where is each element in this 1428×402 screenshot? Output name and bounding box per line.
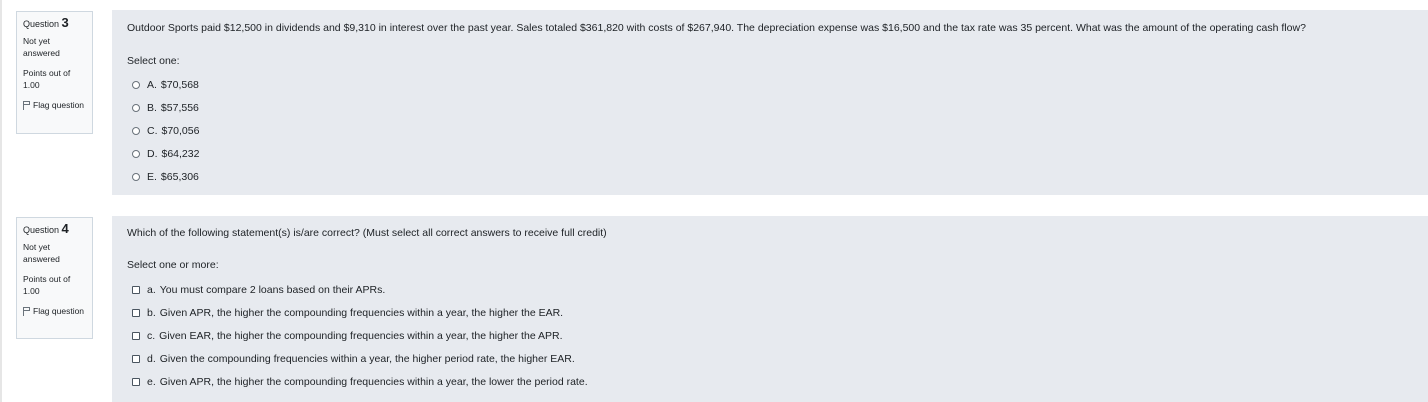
option-text[interactable]: $57,556 [161, 102, 199, 114]
radio-button[interactable] [132, 126, 140, 135]
option-letter[interactable]: a. [147, 284, 156, 296]
flag-question-label[interactable]: Flag question [33, 100, 84, 110]
flag-question-link[interactable]: Flag question [23, 305, 86, 317]
option-text[interactable]: Given APR, the higher the compounding fr… [160, 307, 563, 319]
question-number: Question 3 [23, 16, 86, 31]
answer-options: A. $70,568 B. $57,556 C. $70,056 D. $64,… [132, 73, 199, 188]
option-letter[interactable]: c. [147, 330, 155, 342]
question-4: Question 4 Not yet answered Points out o… [0, 216, 1428, 402]
question-state: Not yet answered [23, 36, 60, 58]
answer-prompt: Select one or more: [127, 259, 219, 271]
question-number: Question 4 [23, 222, 86, 237]
question-state: Not yet answered [23, 242, 60, 264]
answer-option-c[interactable]: C. $70,056 [132, 119, 199, 142]
option-text[interactable]: $70,568 [161, 79, 199, 91]
question-number-prefix: Question [23, 225, 60, 235]
question-3: Question 3 Not yet answered Points out o… [0, 0, 1428, 196]
answer-option-b[interactable]: B. $57,556 [132, 96, 199, 119]
radio-button[interactable] [132, 103, 140, 112]
option-letter[interactable]: D. [147, 148, 158, 160]
option-text[interactable]: $64,232 [162, 148, 200, 160]
flag-question-link[interactable]: Flag question [23, 99, 86, 111]
checkbox[interactable] [132, 308, 140, 317]
question-text: Outdoor Sports paid $12,500 in dividends… [127, 22, 1306, 34]
answer-option-a[interactable]: a. You must compare 2 loans based on the… [132, 278, 588, 301]
option-text[interactable]: Given EAR, the higher the compounding fr… [159, 330, 562, 342]
answer-option-a[interactable]: A. $70,568 [132, 73, 199, 96]
option-text[interactable]: Given the compounding frequencies within… [160, 353, 575, 365]
question-info-panel: Question 4 Not yet answered Points out o… [16, 217, 93, 339]
answer-option-b[interactable]: b. Given APR, the higher the compounding… [132, 301, 588, 324]
option-letter[interactable]: C. [147, 125, 158, 137]
flag-question-label[interactable]: Flag question [33, 306, 84, 316]
checkbox[interactable] [132, 331, 140, 340]
option-letter[interactable]: e. [147, 376, 156, 388]
checkbox[interactable] [132, 354, 140, 363]
question-number-prefix: Question [23, 19, 60, 29]
option-text[interactable]: You must compare 2 loans based on their … [160, 284, 386, 296]
answer-option-d[interactable]: D. $64,232 [132, 142, 199, 165]
option-letter[interactable]: A. [147, 79, 157, 91]
option-text[interactable]: $70,056 [162, 125, 200, 137]
option-letter[interactable]: b. [147, 307, 156, 319]
option-text[interactable]: $65,306 [161, 171, 199, 183]
answer-option-e[interactable]: e. Given APR, the higher the compounding… [132, 370, 588, 393]
option-text[interactable]: Given APR, the higher the compounding fr… [160, 376, 588, 388]
question-content: Which of the following statement(s) is/a… [112, 216, 1428, 402]
question-number-value: 4 [61, 221, 69, 236]
question-grade: Points out of 1.00 [23, 68, 71, 90]
question-text: Which of the following statement(s) is/a… [127, 227, 607, 239]
answer-option-e[interactable]: E. $65,306 [132, 165, 199, 188]
question-number-value: 3 [61, 15, 69, 30]
option-letter[interactable]: E. [147, 171, 157, 183]
checkbox[interactable] [132, 285, 140, 294]
radio-button[interactable] [132, 172, 140, 181]
answer-option-d[interactable]: d. Given the compounding frequencies wit… [132, 347, 588, 370]
radio-button[interactable] [132, 80, 140, 89]
option-letter[interactable]: d. [147, 353, 156, 365]
answer-prompt: Select one: [127, 55, 180, 67]
question-grade: Points out of 1.00 [23, 274, 71, 296]
question-content: Outdoor Sports paid $12,500 in dividends… [112, 10, 1428, 195]
option-letter[interactable]: B. [147, 102, 157, 114]
flag-icon[interactable] [23, 101, 31, 110]
answer-option-c[interactable]: c. Given EAR, the higher the compounding… [132, 324, 588, 347]
question-info-panel: Question 3 Not yet answered Points out o… [16, 11, 93, 134]
radio-button[interactable] [132, 149, 140, 158]
checkbox[interactable] [132, 377, 140, 386]
answer-options: a. You must compare 2 loans based on the… [132, 278, 588, 393]
flag-icon[interactable] [23, 307, 31, 316]
